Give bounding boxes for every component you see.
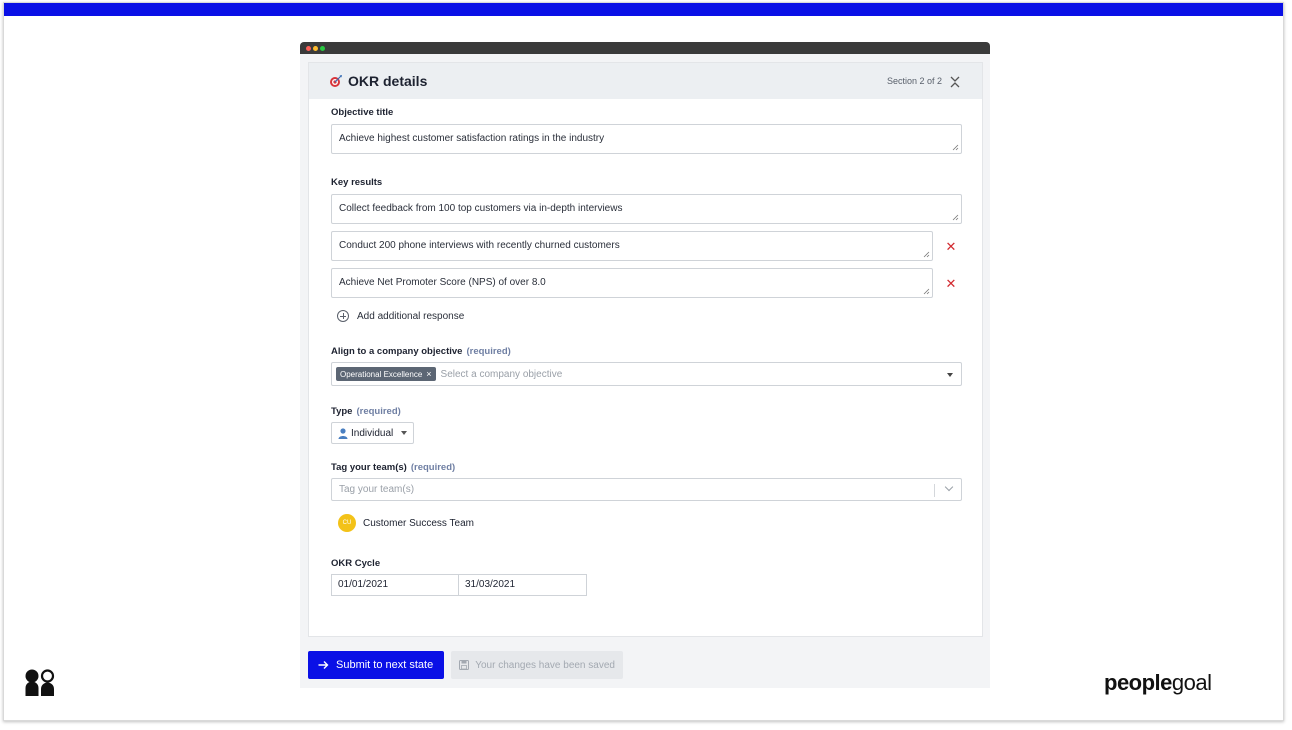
type-label: Type (required) (331, 406, 960, 417)
slide-frame: OKR details Section 2 of 2 Objective tit… (3, 2, 1284, 721)
browser-chrome (300, 42, 990, 54)
team-name: Customer Success Team (363, 517, 474, 529)
select-placeholder: Select a company objective (440, 368, 563, 380)
key-result-field[interactable]: Achieve Net Promoter Score (NPS) of over… (331, 268, 933, 298)
dropdown-caret-icon[interactable] (947, 373, 953, 377)
brand-light: goal (1171, 670, 1212, 695)
required-tag: (required) (356, 406, 401, 417)
panel-title: OKR details (348, 73, 428, 89)
team-avatar: CU (338, 514, 356, 532)
remove-chip-icon[interactable]: × (426, 369, 431, 379)
objective-textarea[interactable]: Achieve highest customer satisfaction ra… (331, 124, 962, 154)
type-dropdown[interactable]: Individual (331, 422, 415, 444)
type-select-wrap: Individual (331, 422, 960, 444)
team-select[interactable]: Tag your team(s) (331, 478, 962, 501)
resize-grip-icon[interactable] (952, 144, 959, 151)
cycle-start-date[interactable]: 01/01/2021 (331, 574, 459, 596)
add-response-button[interactable]: Add additional response (337, 310, 960, 322)
peoplegoal-wordmark: peoplegoal (1104, 670, 1212, 696)
collapse-icon[interactable] (950, 75, 960, 88)
saved-status-label: Your changes have been saved (475, 659, 615, 671)
saved-status-button: Your changes have been saved (451, 651, 623, 679)
arrow-right-icon (318, 661, 329, 669)
key-result-field[interactable]: Collect feedback from 100 top customers … (331, 194, 962, 224)
selected-objective-chip: Operational Excellence × (336, 367, 436, 381)
okr-form: Objective title Achieve highest customer… (309, 99, 982, 596)
key-result-value: Achieve Net Promoter Score (NPS) of over… (339, 277, 546, 288)
objective-label: Objective title (331, 107, 394, 118)
tagged-team-item[interactable]: CU Customer Success Team (338, 514, 960, 532)
panel-header: OKR details Section 2 of 2 (309, 63, 982, 99)
cycle-end-date[interactable]: 31/03/2021 (459, 574, 587, 596)
type-label-text: Type (331, 406, 353, 417)
chip-label: Operational Excellence (340, 369, 423, 379)
dropdown-caret-icon (401, 431, 408, 435)
window-close-dot[interactable] (306, 46, 311, 51)
key-result-value: Conduct 200 phone interviews with recent… (339, 240, 620, 251)
window-maximize-dot[interactable] (320, 46, 325, 51)
required-tag: (required) (466, 346, 511, 357)
resize-grip-icon[interactable] (923, 251, 930, 258)
select-divider (934, 484, 935, 497)
key-result-row: Conduct 200 phone interviews with recent… (331, 231, 960, 261)
submit-next-state-button[interactable]: Submit to next state (308, 651, 445, 679)
key-result-row: Achieve Net Promoter Score (NPS) of over… (331, 268, 960, 298)
delete-key-result-icon[interactable]: ✕ (945, 240, 957, 253)
target-icon (329, 74, 343, 88)
delete-key-result-icon[interactable]: ✕ (945, 277, 957, 290)
plus-circle-icon (337, 310, 349, 322)
okr-cycle-label: OKR Cycle (331, 558, 381, 569)
form-footer: Submit to next state Your changes have b… (308, 651, 623, 679)
key-result-field[interactable]: Conduct 200 phone interviews with recent… (331, 231, 933, 261)
align-label-text: Align to a company objective (331, 346, 463, 357)
okr-cycle-range: 01/01/2021 31/03/2021 (331, 574, 960, 596)
brand-bold: people (1104, 670, 1172, 695)
submit-label: Submit to next state (336, 659, 434, 671)
add-response-label: Add additional response (357, 310, 465, 322)
save-disk-icon (459, 660, 470, 670)
key-result-value: Collect feedback from 100 top customers … (339, 203, 623, 214)
top-accent-bar (4, 3, 1283, 16)
peoplegoal-logo-icon (25, 669, 55, 696)
required-tag: (required) (410, 462, 456, 473)
key-results-label: Key results (331, 177, 383, 188)
team-select-placeholder: Tag your team(s) (339, 484, 415, 495)
align-objective-label: Align to a company objective (required) (331, 346, 960, 357)
browser-window: OKR details Section 2 of 2 Objective tit… (300, 42, 990, 688)
window-minimize-dot[interactable] (313, 46, 318, 51)
resize-grip-icon[interactable] (952, 214, 959, 221)
teams-label-text: Tag your team(s) (331, 462, 407, 473)
section-indicator: Section 2 of 2 (886, 76, 942, 86)
okr-details-panel: OKR details Section 2 of 2 Objective tit… (308, 62, 983, 637)
type-value: Individual (351, 427, 394, 439)
company-objective-select[interactable]: Operational Excellence × Select a compan… (331, 362, 962, 386)
person-icon (338, 427, 348, 439)
objective-value: Achieve highest customer satisfaction ra… (339, 133, 605, 144)
teams-label: Tag your team(s) (required) (331, 462, 960, 473)
resize-grip-icon[interactable] (923, 288, 930, 295)
chevron-down-icon[interactable] (944, 482, 954, 492)
